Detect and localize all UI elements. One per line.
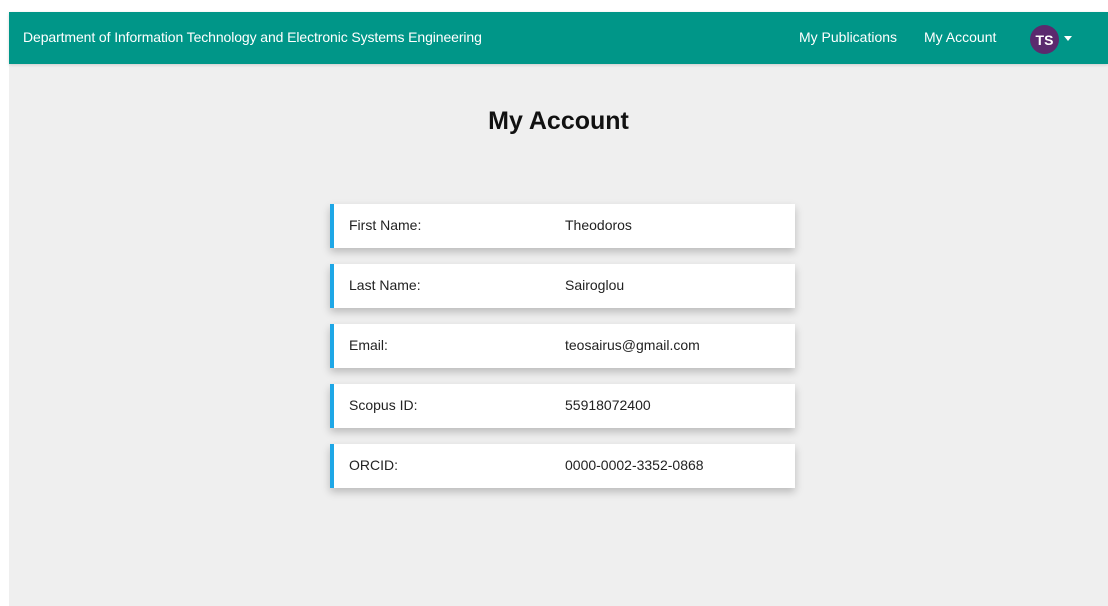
info-row-scopus-id: Scopus ID: 55918072400 bbox=[330, 384, 795, 428]
field-value: teosairus@gmail.com bbox=[565, 337, 700, 353]
avatar-initials: TS bbox=[1035, 31, 1054, 48]
info-row-email: Email: teosairus@gmail.com bbox=[330, 324, 795, 368]
app-frame: Department of Information Technology and… bbox=[9, 12, 1108, 606]
user-avatar[interactable]: TS bbox=[1030, 25, 1059, 54]
page-title: My Account bbox=[488, 107, 629, 135]
info-row-last-name: Last Name: Sairoglou bbox=[330, 264, 795, 308]
account-info-list: First Name: Theodoros Last Name: Sairogl… bbox=[330, 204, 795, 504]
field-value: 55918072400 bbox=[565, 397, 651, 413]
field-label: ORCID: bbox=[349, 457, 398, 473]
info-row-first-name: First Name: Theodoros bbox=[330, 204, 795, 248]
brand-link[interactable]: Department of Information Technology and… bbox=[23, 29, 482, 45]
field-label: First Name: bbox=[349, 217, 422, 233]
caret-down-icon[interactable] bbox=[1063, 33, 1073, 43]
top-navbar: Department of Information Technology and… bbox=[9, 12, 1108, 64]
field-label: Email: bbox=[349, 337, 388, 353]
field-value: Sairoglou bbox=[565, 277, 625, 293]
field-label: Last Name: bbox=[349, 277, 421, 293]
nav-my-account[interactable]: My Account bbox=[924, 29, 996, 45]
info-row-orcid: ORCID: 0000-0002-3352-0868 bbox=[330, 444, 795, 488]
field-label: Scopus ID: bbox=[349, 397, 418, 413]
field-value: Theodoros bbox=[565, 217, 632, 233]
field-value: 0000-0002-3352-0868 bbox=[565, 457, 704, 473]
nav-my-publications[interactable]: My Publications bbox=[799, 29, 897, 45]
